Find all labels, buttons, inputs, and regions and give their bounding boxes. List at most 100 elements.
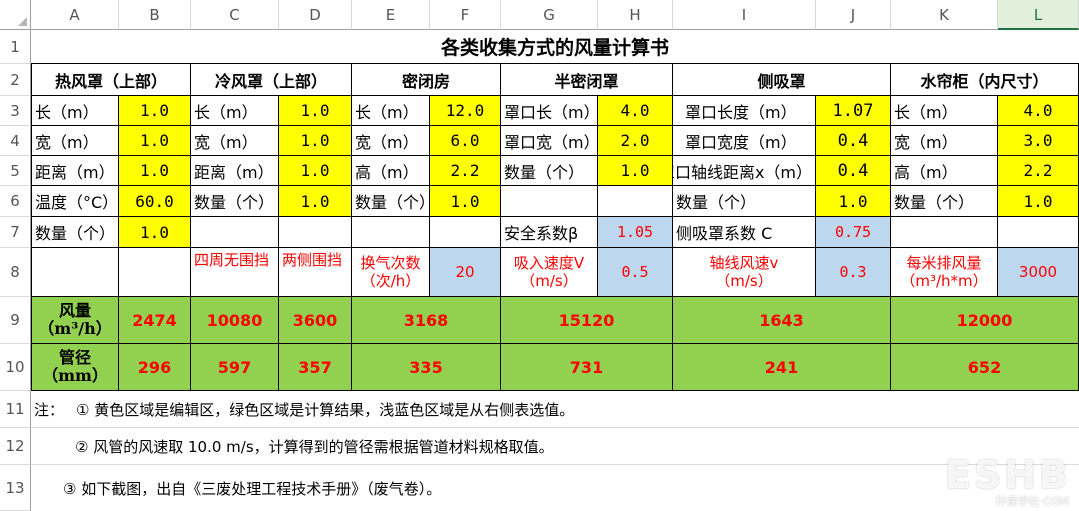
input-cell[interactable]: 1.0 (119, 126, 191, 156)
label-cell[interactable]: 安全系数β (501, 217, 598, 248)
input-cell[interactable]: 3.0 (998, 126, 1079, 156)
lookup-cell[interactable]: 20 (430, 248, 501, 297)
section-semi-closed[interactable]: 半密闭罩 (501, 64, 673, 96)
label-cell[interactable]: 宽（m） (31, 126, 119, 156)
col-header-l[interactable]: L (998, 0, 1079, 30)
input-cell[interactable]: 2.2 (998, 156, 1079, 186)
lookup-cell[interactable]: 1.05 (598, 217, 673, 248)
label-cell[interactable]: 宽（m） (191, 126, 279, 156)
airflow-label[interactable]: 风量（m³/h） (31, 297, 119, 344)
lookup-cell[interactable]: 0.5 (598, 248, 673, 297)
air-change-label[interactable]: 换气次数（次/h） (352, 248, 430, 297)
input-cell[interactable]: 0.4 (816, 156, 891, 186)
col-header-e[interactable]: E (352, 0, 430, 30)
row-header-13[interactable]: 13 (0, 465, 31, 511)
input-cell[interactable]: 1.0 (598, 156, 673, 186)
airflow-result[interactable]: 1643 (673, 297, 891, 344)
col-header-j[interactable]: J (816, 0, 891, 30)
label-cell[interactable]: 罩口宽（m） (501, 126, 598, 156)
row-header-2[interactable]: 2 (0, 64, 31, 96)
empty-cell[interactable] (191, 217, 279, 248)
row-header-12[interactable]: 12 (0, 428, 31, 465)
label-cell[interactable]: 距离（m） (191, 156, 279, 186)
select-all-corner[interactable] (0, 0, 31, 30)
per-meter-label[interactable]: 每米排风量（m³/h*m） (891, 248, 998, 297)
sheet-title[interactable]: 各类收集方式的风量计算书 (31, 30, 1079, 64)
label-cell[interactable]: 温度（°C） (31, 186, 119, 217)
label-cell[interactable]: 长（m） (891, 96, 998, 126)
input-cell[interactable]: 4.0 (598, 96, 673, 126)
input-cell[interactable]: 12.0 (430, 96, 501, 126)
input-cell[interactable]: 1.0 (279, 126, 352, 156)
duct-result[interactable]: 597 (191, 344, 279, 391)
col-header-h[interactable]: H (598, 0, 673, 30)
lookup-cell[interactable]: 0.3 (816, 248, 891, 297)
empty-cell[interactable] (501, 186, 598, 217)
section-cold-hood[interactable]: 冷风罩（上部） (191, 64, 352, 96)
label-cell[interactable]: 数量（个） (891, 186, 998, 217)
row-header-8[interactable]: 8 (0, 248, 31, 297)
label-cell[interactable]: 罩口宽度（m） (673, 126, 816, 156)
input-cell[interactable]: 1.0 (430, 186, 501, 217)
label-cell[interactable]: 宽（m） (891, 126, 998, 156)
airflow-result[interactable]: 3168 (352, 297, 501, 344)
col-header-f[interactable]: F (430, 0, 501, 30)
label-cell[interactable]: 距离（m） (31, 156, 119, 186)
note-two-sides[interactable]: 两侧围挡 (279, 248, 352, 297)
col-header-b[interactable]: B (119, 0, 191, 30)
section-water-curtain[interactable]: 水帘柜（内尺寸） (891, 64, 1079, 96)
input-cell[interactable]: 0.4 (816, 126, 891, 156)
note-four-sides[interactable]: 四周无围挡 (191, 248, 279, 297)
label-cell[interactable]: 高（m） (891, 156, 998, 186)
duct-result[interactable]: 296 (119, 344, 191, 391)
empty-cell[interactable] (891, 217, 998, 248)
label-cell[interactable]: 罩口长（m） (501, 96, 598, 126)
empty-cell[interactable] (598, 186, 673, 217)
col-header-c[interactable]: C (191, 0, 279, 30)
label-cell[interactable]: 宽（m） (352, 126, 430, 156)
row-header-6[interactable]: 6 (0, 186, 31, 217)
row-header-4[interactable]: 4 (0, 126, 31, 156)
airflow-result[interactable]: 3600 (279, 297, 352, 344)
input-cell[interactable]: 1.0 (119, 217, 191, 248)
row-header-9[interactable]: 9 (0, 297, 31, 344)
input-cell[interactable]: 1.0 (279, 96, 352, 126)
label-cell[interactable]: 数量（个） (352, 186, 430, 217)
empty-cell[interactable] (31, 248, 119, 297)
col-header-i[interactable]: I (673, 0, 816, 30)
duct-result[interactable]: 731 (501, 344, 673, 391)
label-cell[interactable]: 长（m） (352, 96, 430, 126)
section-closed-room[interactable]: 密闭房 (352, 64, 501, 96)
section-side-suction[interactable]: 侧吸罩 (673, 64, 891, 96)
label-cell[interactable]: 数量（个） (501, 156, 598, 186)
duct-result[interactable]: 357 (279, 344, 352, 391)
label-cell[interactable]: 长（m） (31, 96, 119, 126)
input-cell[interactable]: 1.0 (279, 186, 352, 217)
note-row-1[interactable]: 注： ① 黄色区域是编辑区，绿色区域是计算结果，浅蓝色区域是从右侧表选值。 (31, 391, 1079, 428)
input-cell[interactable]: 6.0 (430, 126, 501, 156)
input-cell[interactable]: 1.0 (816, 186, 891, 217)
empty-cell[interactable] (352, 217, 430, 248)
note-row-2[interactable]: ② 风管的风速取 10.0 m/s，计算得到的管径需根据管道材料规格取值。 (31, 428, 1079, 465)
col-header-a[interactable]: A (31, 0, 119, 30)
airflow-result[interactable]: 15120 (501, 297, 673, 344)
input-cell[interactable]: 1.07 (816, 96, 891, 126)
duct-result[interactable]: 335 (352, 344, 501, 391)
input-cell[interactable]: 1.0 (119, 156, 191, 186)
duct-label[interactable]: 管径（mm） (31, 344, 119, 391)
airflow-result[interactable]: 12000 (891, 297, 1079, 344)
airflow-result[interactable]: 2474 (119, 297, 191, 344)
input-cell[interactable]: 1.0 (119, 96, 191, 126)
lookup-cell[interactable]: 0.75 (816, 217, 891, 248)
duct-result[interactable]: 241 (673, 344, 891, 391)
row-header-3[interactable]: 3 (0, 96, 31, 126)
row-header-7[interactable]: 7 (0, 217, 31, 248)
input-cell[interactable]: 4.0 (998, 96, 1079, 126)
row-header-1[interactable]: 1 (0, 30, 31, 64)
label-cell[interactable]: 数量（个） (191, 186, 279, 217)
airflow-result[interactable]: 10080 (191, 297, 279, 344)
note-row-3[interactable]: ③ 如下截图，出自《三废处理工程技术手册》（废气卷）。 (31, 465, 1079, 511)
input-cell[interactable]: 2.2 (430, 156, 501, 186)
suction-velocity-label[interactable]: 吸入速度V（m/s） (501, 248, 598, 297)
label-cell[interactable]: 数量（个） (31, 217, 119, 248)
